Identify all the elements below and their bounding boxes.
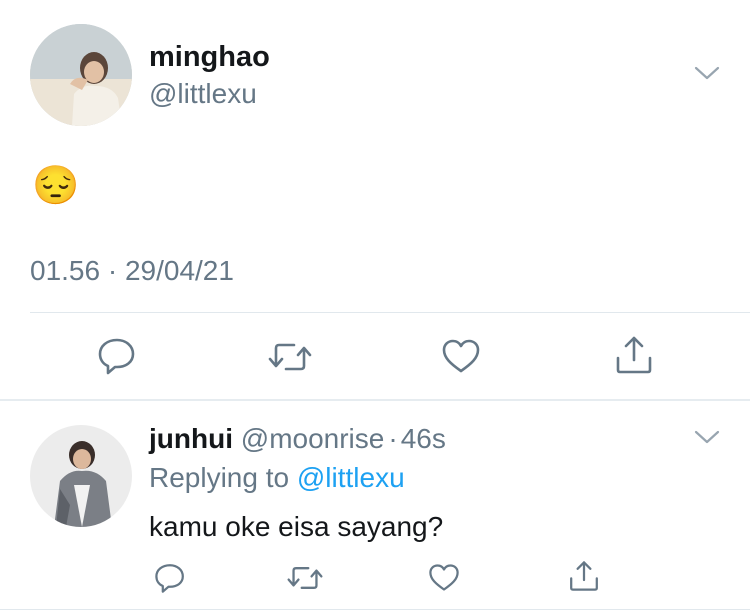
avatar[interactable] — [30, 24, 132, 126]
reply-chevron-down-icon[interactable] — [694, 428, 720, 446]
reply-reply-icon[interactable] — [154, 562, 186, 594]
reply-display-name[interactable]: junhui — [149, 423, 233, 454]
reply-handle[interactable]: @moonrise — [241, 423, 385, 454]
reply-heart-icon[interactable] — [428, 562, 460, 593]
reply-icon[interactable] — [97, 336, 137, 376]
reply-separator: · — [388, 423, 398, 454]
main-handle[interactable]: @littlexu — [149, 78, 257, 110]
tweet-timestamp[interactable]: 01.56 · 29/04/21 — [30, 255, 234, 287]
share-icon[interactable] — [614, 334, 654, 376]
chevron-down-icon[interactable] — [694, 64, 720, 82]
reply-header: junhui @moonrise · 46s — [149, 423, 446, 455]
replying-to-label: Replying to — [149, 462, 290, 493]
retweet-icon[interactable] — [268, 339, 312, 375]
reply-retweet-icon[interactable] — [287, 563, 323, 593]
replying-to-handle[interactable]: @littlexu — [297, 462, 405, 493]
reply-text: kamu oke eisa sayang? — [149, 511, 444, 542]
avatar-photo — [30, 24, 132, 126]
section-separator — [0, 399, 750, 401]
reply-time[interactable]: 46s — [401, 423, 446, 454]
heart-icon[interactable] — [441, 337, 481, 375]
reply-avatar-photo — [30, 425, 132, 527]
divider — [30, 312, 750, 313]
reply-avatar[interactable] — [30, 425, 132, 527]
bottom-divider — [0, 609, 750, 610]
main-display-name[interactable]: minghao — [149, 41, 270, 74]
tweet-text: 😔 — [32, 165, 80, 207]
replying-to: Replying to @littlexu — [149, 462, 405, 494]
reply-share-icon[interactable] — [568, 559, 600, 593]
